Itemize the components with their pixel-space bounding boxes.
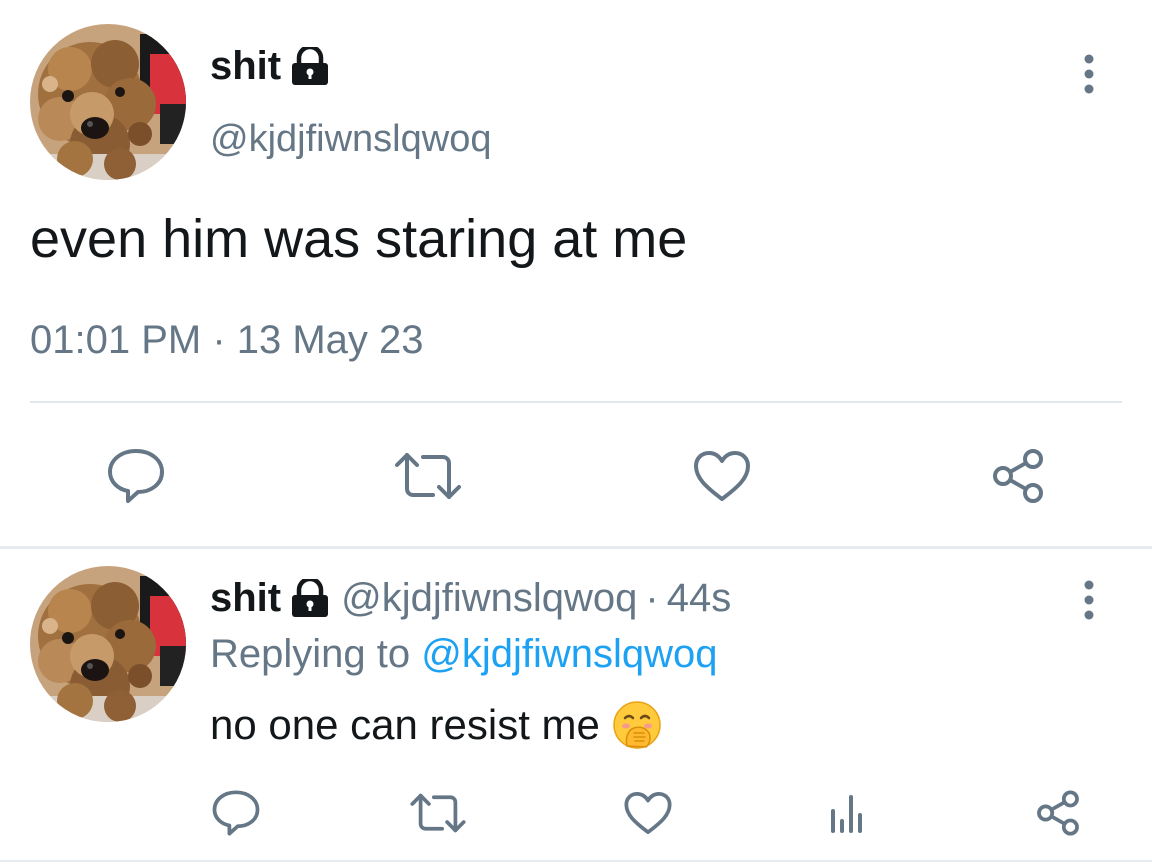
share-button[interactable] [986, 446, 1050, 506]
bottom-divider [0, 860, 1152, 862]
divider [30, 401, 1122, 403]
tweet-text: even him was staring at me [30, 209, 688, 269]
reply-icon [212, 790, 260, 836]
share-icon [993, 449, 1043, 503]
lock-icon [289, 578, 331, 619]
reply-button[interactable] [208, 786, 264, 840]
reply-text: no one can resist me [210, 701, 600, 748]
retweet-button[interactable] [406, 786, 470, 840]
display-name[interactable]: shit [210, 576, 281, 621]
avatar[interactable] [30, 566, 186, 722]
retweet-icon [410, 793, 466, 833]
user-handle[interactable]: @kjdjfiwnslqwoq [210, 118, 491, 161]
avatar[interactable] [30, 24, 186, 180]
reply-icon [108, 449, 164, 503]
share-button[interactable] [1030, 786, 1086, 840]
reply-button[interactable] [104, 446, 168, 506]
heart-icon [624, 791, 672, 835]
tweet-age[interactable]: 44s [667, 576, 732, 621]
separator-dot: · [645, 576, 659, 620]
lock-icon [289, 46, 331, 87]
share-icon [1037, 790, 1079, 836]
replying-to-label: Replying to [210, 632, 411, 676]
user-handle[interactable]: @kjdjfiwnslqwoq [341, 576, 637, 621]
replying-to: Replying to @kjdjfiwnslqwoq [210, 632, 718, 677]
heart-icon [694, 451, 750, 501]
avatar-dog-image [30, 566, 186, 722]
more-vertical-icon[interactable] [1077, 580, 1101, 620]
analytics-icon [831, 795, 862, 833]
analytics-button[interactable] [822, 788, 872, 838]
hand-over-mouth-emoji-icon [612, 700, 662, 750]
retweet-button[interactable] [392, 446, 464, 506]
tweet-timestamp[interactable]: 01:01 PM · 13 May 23 [30, 318, 424, 363]
avatar-dog-image [30, 24, 186, 180]
section-divider [0, 546, 1152, 549]
retweet-icon [395, 453, 461, 499]
reply-header: shit @kjdjfiwnslqwoq · 44s [210, 576, 731, 621]
display-name-text[interactable]: shit [210, 44, 281, 89]
main-tweet: shit @kjdjfiwnslqwoq even him was starin… [0, 0, 1152, 548]
like-button[interactable] [620, 786, 676, 840]
display-name[interactable]: shit [210, 44, 331, 89]
tweet-text: no one can resist me [210, 700, 662, 750]
replying-to-handle-link[interactable]: @kjdjfiwnslqwoq [421, 632, 717, 676]
more-vertical-icon[interactable] [1077, 54, 1101, 94]
like-button[interactable] [690, 446, 754, 506]
